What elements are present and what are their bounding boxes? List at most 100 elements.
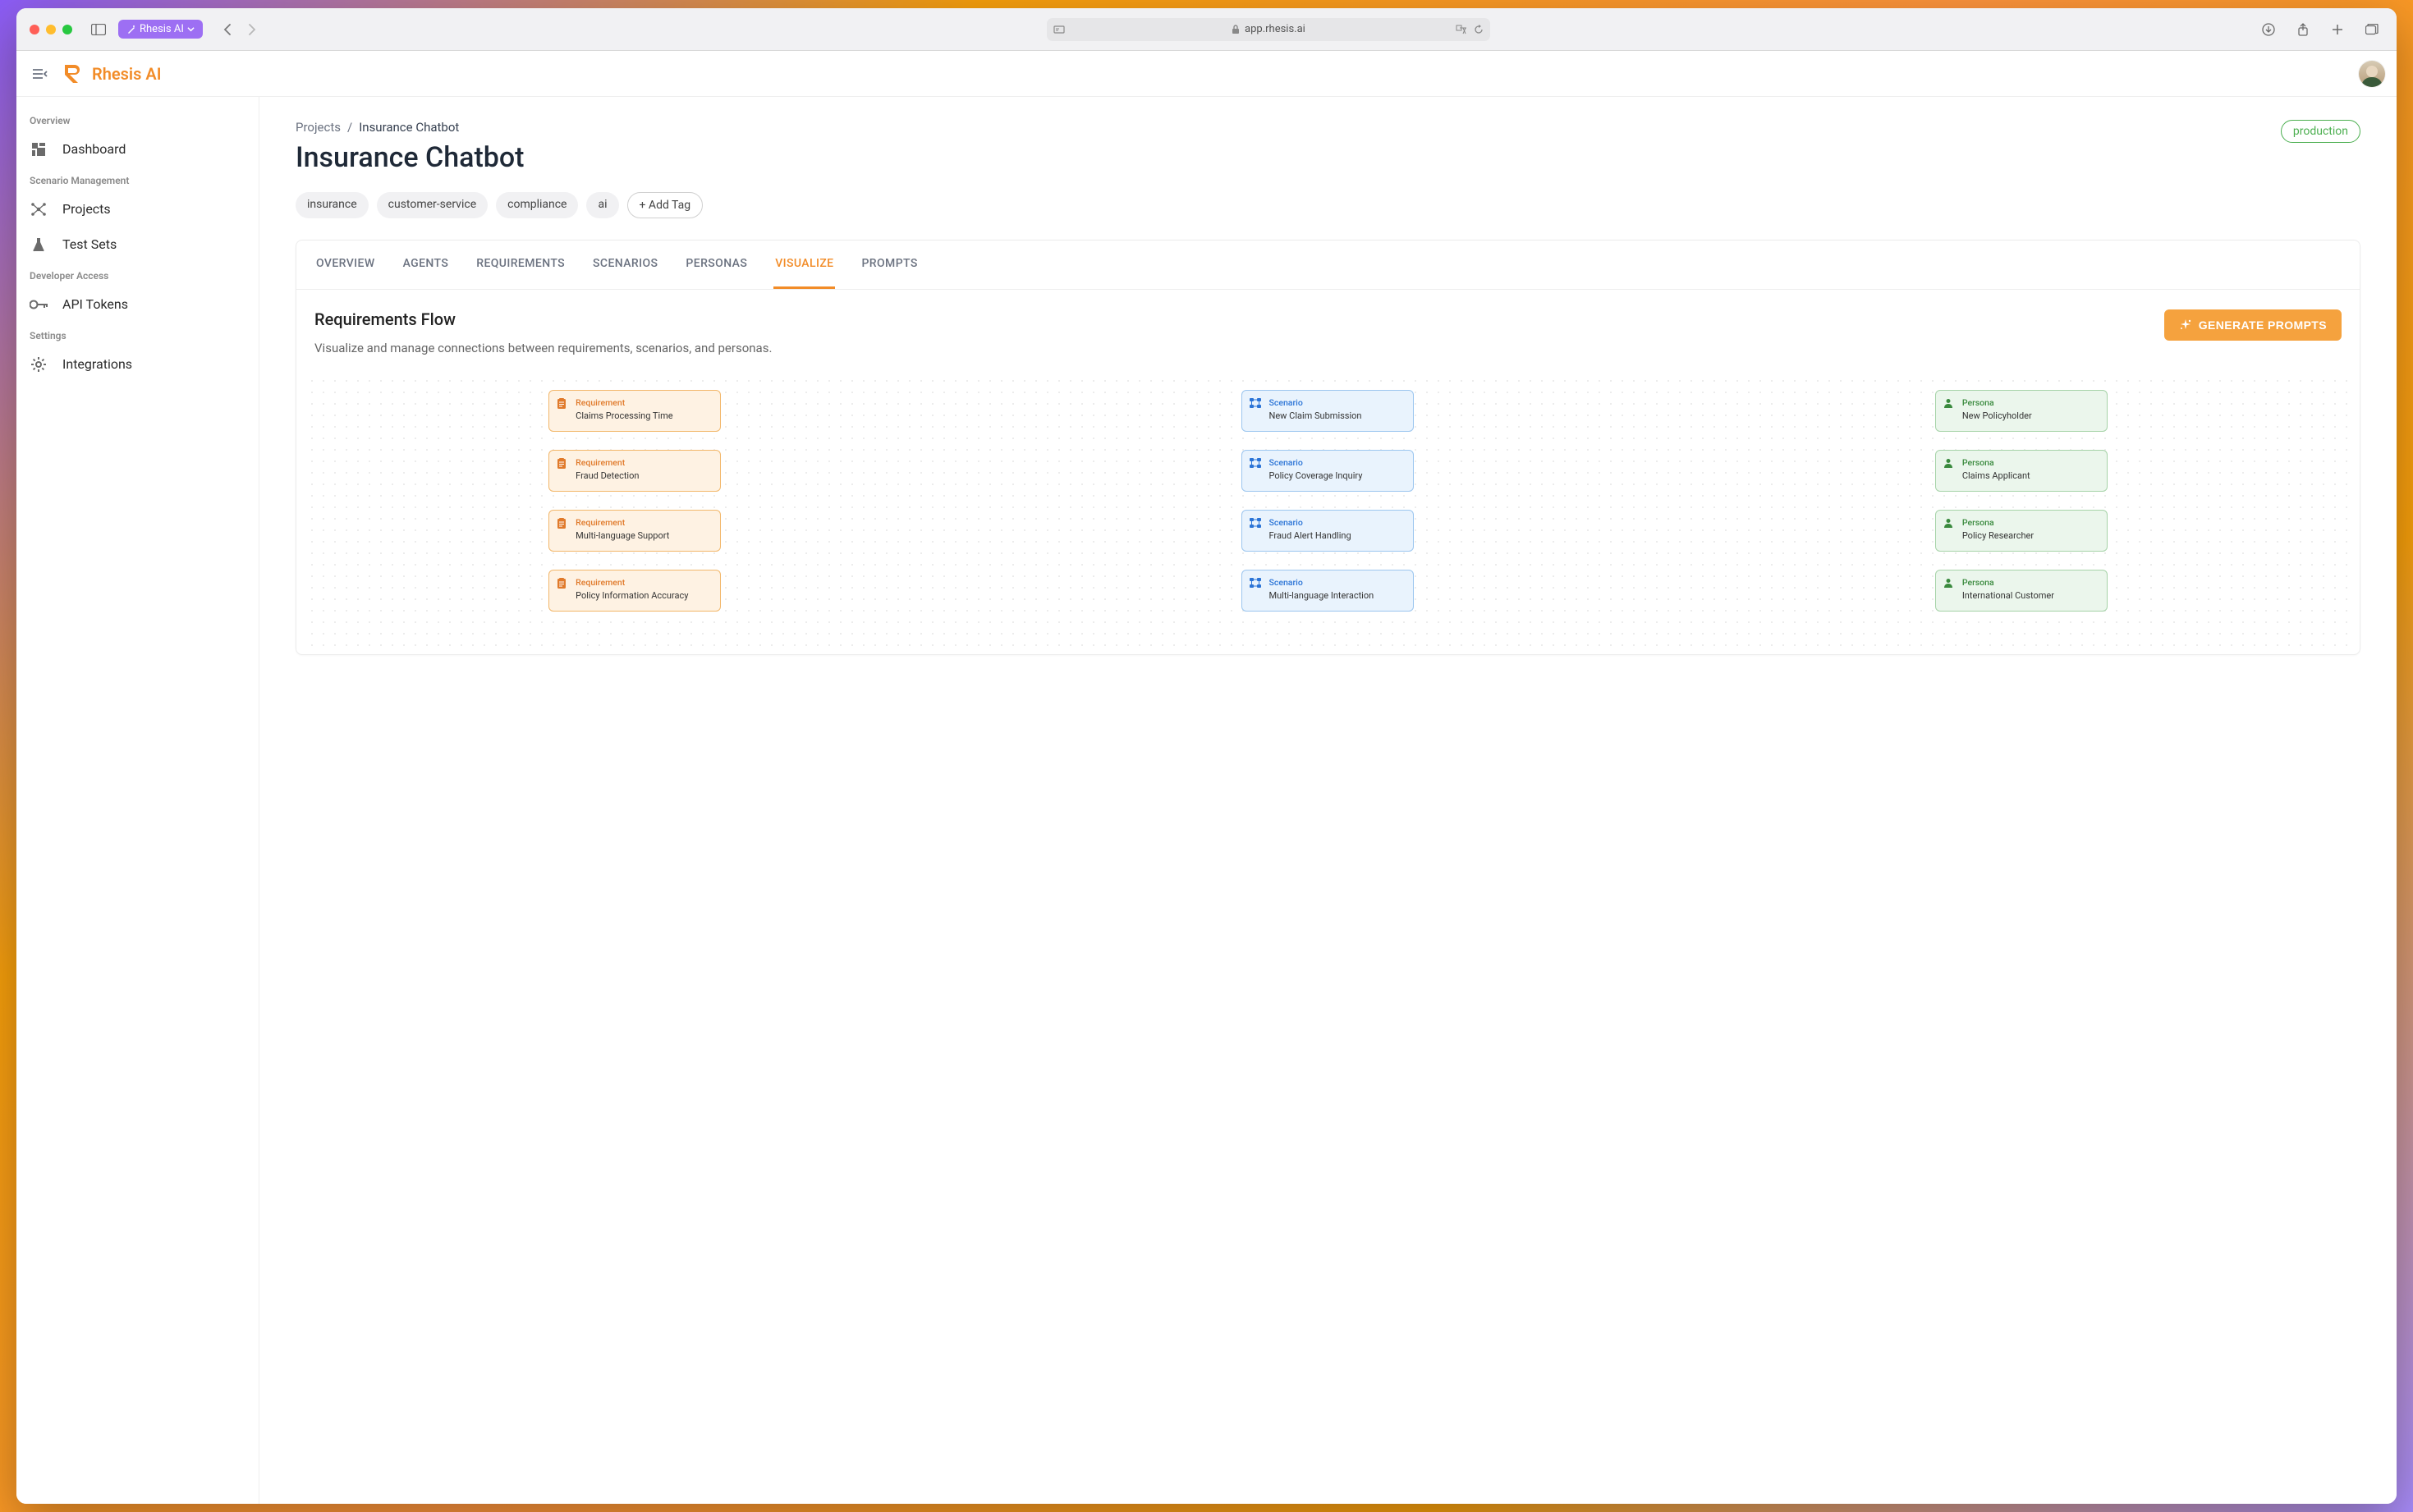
node-kind-label: Requirement xyxy=(576,517,712,529)
clipboard-icon xyxy=(557,458,568,470)
diagram-icon xyxy=(1250,398,1261,410)
node-title: Multi-language Support xyxy=(576,530,712,543)
tab-personas[interactable]: PERSONAS xyxy=(684,241,749,289)
brand-name: Rhesis AI xyxy=(92,64,161,84)
flow-node-req[interactable]: RequirementClaims Processing Time xyxy=(548,390,721,432)
page-settings-icon[interactable] xyxy=(1053,24,1065,35)
close-window-button[interactable] xyxy=(30,25,39,34)
browser-toolbar: Rhesis AI app.rhesis.ai xyxy=(16,8,2397,51)
flow-node-per[interactable]: PersonaInternational Customer xyxy=(1935,570,2108,612)
flow-node-req[interactable]: RequirementFraud Detection xyxy=(548,450,721,492)
tab-visualize[interactable]: VISUALIZE xyxy=(773,241,835,289)
sidebar-section-label: Overview xyxy=(16,107,259,131)
person-icon xyxy=(1943,578,1955,589)
url-bar[interactable]: app.rhesis.ai xyxy=(1047,18,1490,41)
url-text: app.rhesis.ai xyxy=(1245,23,1305,35)
flow-node-req[interactable]: RequirementMulti-language Support xyxy=(548,510,721,552)
downloads-icon[interactable] xyxy=(2257,20,2280,39)
new-tab-icon[interactable] xyxy=(2326,20,2349,39)
sidebar-item-label: Projects xyxy=(62,201,111,217)
breadcrumb-root[interactable]: Projects xyxy=(296,120,341,135)
sidebar-item-dashboard[interactable]: Dashboard xyxy=(16,131,259,167)
status-badge: production xyxy=(2281,120,2360,143)
app-root: Rhesis AI Overview Dashboard Scenario Mana… xyxy=(16,51,2397,1504)
node-kind-label: Persona xyxy=(1962,517,2099,529)
node-title: International Customer xyxy=(1962,590,2099,603)
gear-icon xyxy=(30,357,48,372)
tag-compliance[interactable]: compliance xyxy=(496,192,578,218)
dashboard-icon xyxy=(30,142,48,157)
generate-prompts-button[interactable]: GENERATE PROMPTS xyxy=(2164,309,2342,341)
flow-node-scn[interactable]: ScenarioMulti-language Interaction xyxy=(1241,570,1414,612)
nav-back-button[interactable] xyxy=(216,20,239,39)
sidebar-toggle-icon[interactable] xyxy=(87,20,110,39)
flow-node-scn[interactable]: ScenarioFraud Alert Handling xyxy=(1241,510,1414,552)
flow-canvas[interactable]: RequirementClaims Processing Time Scenari… xyxy=(306,375,2350,654)
panel-title: Requirements Flow xyxy=(314,309,2148,329)
sidebar-item-integrations[interactable]: Integrations xyxy=(16,346,259,382)
generate-button-label: GENERATE PROMPTS xyxy=(2199,318,2327,332)
lock-icon xyxy=(1232,25,1240,34)
node-title: Policy Researcher xyxy=(1962,530,2099,543)
chevron-down-icon xyxy=(187,25,195,33)
tag-ai[interactable]: ai xyxy=(586,192,618,218)
tab-overview[interactable]: OVERVIEW xyxy=(314,241,377,289)
window-controls xyxy=(30,25,72,34)
tab-scenarios[interactable]: SCENARIOS xyxy=(591,241,659,289)
flow-node-per[interactable]: PersonaClaims Applicant xyxy=(1935,450,2108,492)
sidebar-item-label: Integrations xyxy=(62,356,132,372)
tab-requirements[interactable]: REQUIREMENTS xyxy=(475,241,567,289)
brand-logo[interactable]: Rhesis AI xyxy=(61,62,161,85)
sidebar-item-label: Dashboard xyxy=(62,141,126,157)
tag-row: insurance customer-service compliance ai + A… xyxy=(296,192,2360,218)
tag-customer-service[interactable]: customer-service xyxy=(377,192,488,218)
flow-node-req[interactable]: RequirementPolicy Information Accuracy xyxy=(548,570,721,612)
logo-mark-icon xyxy=(61,62,84,85)
clipboard-icon xyxy=(557,518,568,529)
avatar[interactable] xyxy=(2359,61,2385,87)
sidebar-item-label: API Tokens xyxy=(62,296,128,312)
clipboard-icon xyxy=(557,578,568,589)
sidebar-item-test-sets[interactable]: Test Sets xyxy=(16,227,259,262)
translate-icon[interactable] xyxy=(1456,25,1469,34)
sidebar-section-label: Developer Access xyxy=(16,262,259,286)
node-title: New Policyholder xyxy=(1962,410,2099,423)
flow-node-per[interactable]: PersonaPolicy Researcher xyxy=(1935,510,2108,552)
tab-overview-icon[interactable] xyxy=(2360,20,2383,39)
minimize-window-button[interactable] xyxy=(46,25,56,34)
node-title: New Claim Submission xyxy=(1268,410,1405,423)
tag-insurance[interactable]: insurance xyxy=(296,192,369,218)
share-icon[interactable] xyxy=(2291,20,2314,39)
sidebar-item-api-tokens[interactable]: API Tokens xyxy=(16,286,259,322)
sidebar-item-label: Test Sets xyxy=(62,236,117,252)
tab-agents[interactable]: AGENTS xyxy=(401,241,451,289)
add-tag-button[interactable]: + Add Tag xyxy=(627,192,704,218)
browser-window: Rhesis AI app.rhesis.ai xyxy=(16,8,2397,1504)
nav-forward-button[interactable] xyxy=(241,20,264,39)
node-kind-label: Persona xyxy=(1962,577,2099,589)
node-kind-label: Scenario xyxy=(1268,397,1405,409)
breadcrumb-current: Insurance Chatbot xyxy=(359,120,459,135)
diagram-icon xyxy=(1250,458,1261,470)
reload-icon[interactable] xyxy=(1474,25,1484,34)
flow-node-per[interactable]: PersonaNew Policyholder xyxy=(1935,390,2108,432)
node-title: Fraud Alert Handling xyxy=(1268,530,1405,543)
sparkle-icon xyxy=(2179,318,2192,332)
breadcrumb: Projects / Insurance Chatbot xyxy=(296,120,525,135)
diagram-icon xyxy=(1250,518,1261,529)
sidebar-section-label: Scenario Management xyxy=(16,167,259,191)
node-title: Policy Coverage Inquiry xyxy=(1268,470,1405,483)
sidebar-item-projects[interactable]: Projects xyxy=(16,191,259,227)
collapse-sidebar-button[interactable] xyxy=(28,64,51,84)
fullscreen-window-button[interactable] xyxy=(62,25,72,34)
browser-tab[interactable]: Rhesis AI xyxy=(118,20,203,39)
person-icon xyxy=(1943,398,1955,410)
node-kind-label: Persona xyxy=(1962,457,2099,469)
app-header: Rhesis AI xyxy=(16,51,2397,97)
node-title: Fraud Detection xyxy=(576,470,712,483)
flow-node-scn[interactable]: ScenarioPolicy Coverage Inquiry xyxy=(1241,450,1414,492)
main-content: Projects / Insurance Chatbot Insurance C… xyxy=(259,97,2397,1504)
tab-prompts[interactable]: PROMPTS xyxy=(860,241,919,289)
flow-node-scn[interactable]: ScenarioNew Claim Submission xyxy=(1241,390,1414,432)
node-kind-label: Scenario xyxy=(1268,577,1405,589)
